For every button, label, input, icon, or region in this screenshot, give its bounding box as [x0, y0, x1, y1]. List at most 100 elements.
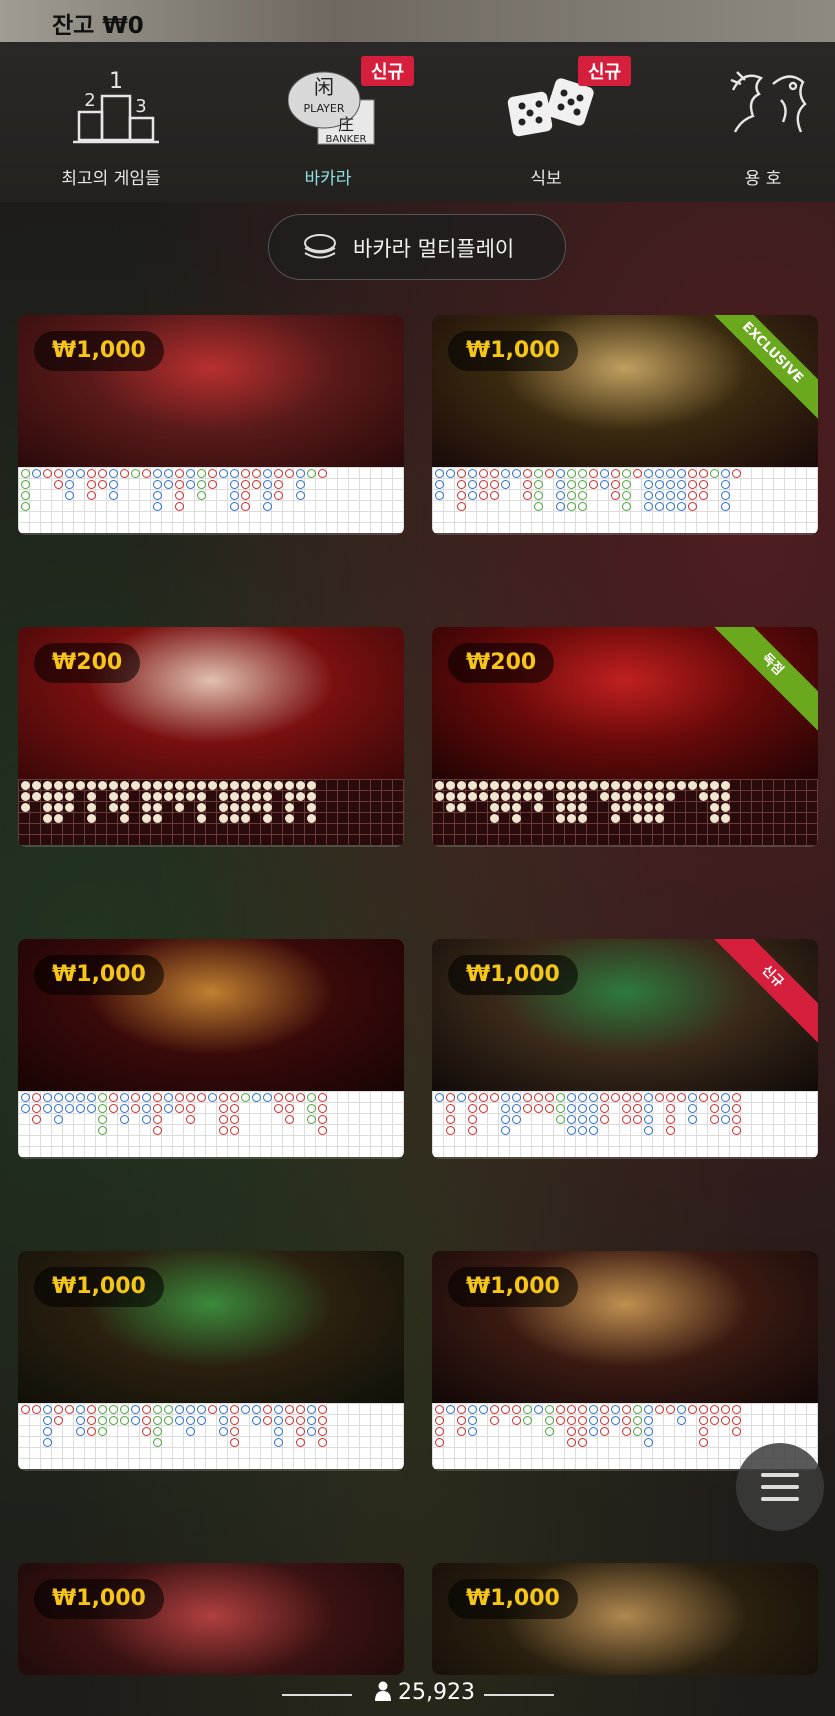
- roadmap-dot: [175, 792, 184, 801]
- roadmap-dot: [175, 1405, 184, 1414]
- roadmap-dot: [285, 1405, 294, 1414]
- roadmap-dot: [710, 1115, 719, 1124]
- roadmap-dot: [65, 781, 74, 790]
- game-card[interactable]: ₩1,000 코리안 스피드 바카라 A435: [18, 315, 404, 535]
- roadmap-dot: [98, 1416, 107, 1425]
- game-card[interactable]: ₩1,000신규바카라 보379: [432, 939, 818, 1159]
- roadmap-dot: [175, 1416, 184, 1425]
- category-top-games[interactable]: 1 2 3 최고의 게임들: [26, 52, 196, 192]
- roadmap-dot: [732, 1093, 741, 1102]
- roadmap-dot: [153, 1405, 162, 1414]
- roadmap-dot: [710, 1104, 719, 1113]
- roadmap-board: [18, 1403, 404, 1469]
- roadmap-dot: [230, 803, 239, 812]
- roadmap-dot: [32, 1115, 41, 1124]
- roadmap-dot: [622, 781, 631, 790]
- roadmap-dot: [479, 480, 488, 489]
- roadmap-dot: [219, 814, 228, 823]
- roadmap-dot: [76, 469, 85, 478]
- roadmap-dot: [611, 469, 620, 478]
- roadmap-dot: [307, 803, 316, 812]
- roadmap-dot: [512, 469, 521, 478]
- category-label: 바카라: [304, 169, 352, 189]
- roadmap-dot: [274, 480, 283, 489]
- roadmap-dot: [622, 1115, 631, 1124]
- roadmap-dot: [164, 1405, 173, 1414]
- roadmap-dot: [241, 792, 250, 801]
- roadmap-dot: [32, 792, 41, 801]
- roadmap-dot: [600, 1093, 609, 1102]
- category-label: 용 호: [744, 169, 782, 189]
- roadmap-dot: [296, 480, 305, 489]
- roadmap-dot: [457, 502, 466, 511]
- roadmap-dot: [578, 491, 587, 500]
- roadmap-dot: [479, 1104, 488, 1113]
- roadmap-dot: [545, 469, 554, 478]
- roadmap-dot: [512, 803, 521, 812]
- game-card[interactable]: ₩1,000스피드 바카라 A869: [432, 1251, 818, 1471]
- category-dragon-tiger[interactable]: 용 호: [678, 52, 835, 192]
- roadmap-dot: [633, 1405, 642, 1414]
- roadmap-dot: [523, 1416, 532, 1425]
- roadmap-dot: [307, 1115, 316, 1124]
- roadmap-dot: [721, 491, 730, 500]
- roadmap-dot: [589, 1093, 598, 1102]
- roadmap-dot: [153, 502, 162, 511]
- roadmap-dot: [479, 469, 488, 478]
- game-card[interactable]: ₩1,000: [18, 1563, 404, 1675]
- game-card[interactable]: ₩1,000EXCLUSIVE코리안 스피드 바카라 B48: [432, 315, 818, 535]
- roadmap-dot: [32, 781, 41, 790]
- roadmap-dot: [611, 480, 620, 489]
- game-card[interactable]: ₩1,000 풍성한 골든 바카라295: [18, 939, 404, 1159]
- roadmap-dot: [600, 480, 609, 489]
- roadmap-dot: [732, 1416, 741, 1425]
- roadmap-dot: [523, 792, 532, 801]
- game-card[interactable]: ₩1,000 바카라 훔쳐보기54: [18, 1251, 404, 1471]
- roadmap-dot: [490, 781, 499, 790]
- roadmap-dot: [296, 469, 305, 478]
- roadmap-dot: [252, 781, 261, 790]
- roadmap-dot: [87, 814, 96, 823]
- roadmap-dot: [622, 480, 631, 489]
- roadmap-dot: [468, 1405, 477, 1414]
- roadmap-dot: [611, 1093, 620, 1102]
- roadmap-dot: [219, 1427, 228, 1436]
- roadmap-dot: [435, 1416, 444, 1425]
- roadmap-dot: [318, 1126, 327, 1135]
- roadmap-dot: [87, 469, 96, 478]
- multiplay-button[interactable]: 바카라 멀티플레이: [268, 214, 566, 280]
- roadmap-dot: [120, 792, 129, 801]
- roadmap-dot: [721, 1093, 730, 1102]
- roadmap-dot: [164, 792, 173, 801]
- roadmap-dot: [142, 792, 151, 801]
- game-info-bar: 풍성한 골든 바카라295: [18, 1157, 404, 1159]
- roadmap-dot: [545, 1104, 554, 1113]
- roadmap-dot: [197, 803, 206, 812]
- roadmap-dot: [578, 1115, 587, 1124]
- roadmap-dot: [241, 803, 250, 812]
- roadmap-dot: [263, 814, 272, 823]
- roadmap-dot: [76, 1405, 85, 1414]
- roadmap-board: [432, 779, 818, 845]
- game-card[interactable]: ₩200 식보1,115: [18, 627, 404, 847]
- roadmap-dot: [208, 469, 217, 478]
- menu-button[interactable]: [736, 1443, 824, 1531]
- roadmap-dot: [457, 491, 466, 500]
- game-card[interactable]: ₩1,000: [432, 1563, 818, 1675]
- roadmap-dot: [120, 781, 129, 790]
- roadmap-dot: [43, 1416, 52, 1425]
- roadmap-dot: [142, 1416, 151, 1425]
- roadmap-dot: [307, 1416, 316, 1425]
- roadmap-dot: [600, 1115, 609, 1124]
- roadmap-dot: [556, 1405, 565, 1414]
- roadmap-dot: [732, 1104, 741, 1113]
- roadmap-dot: [644, 491, 653, 500]
- roadmap-dot: [219, 1416, 228, 1425]
- roadmap-dot: [21, 480, 30, 489]
- roadmap-dot: [721, 803, 730, 812]
- game-card[interactable]: ₩200독점엠퍼러 식보143: [432, 627, 818, 847]
- roadmap-dot: [655, 1405, 664, 1414]
- roadmap-dot: [54, 814, 63, 823]
- roadmap-dot: [512, 1093, 521, 1102]
- roadmap-dot: [490, 1093, 499, 1102]
